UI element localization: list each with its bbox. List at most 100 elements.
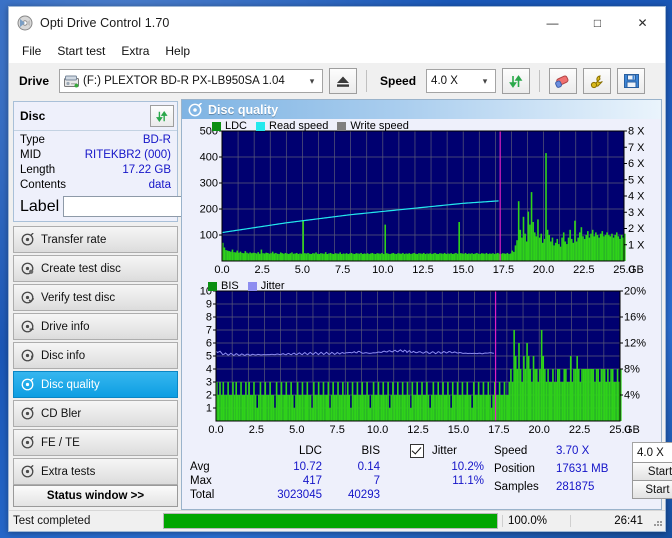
sidebar-item-fe-te[interactable]: FE / TE: [13, 429, 178, 456]
disc-length-value: 17.22 GB: [122, 164, 171, 176]
samples-label: Samples: [494, 481, 539, 493]
main-content: Disc Type BD-R MID RITEKBR2 (000) Length…: [9, 99, 672, 510]
svg-text:400: 400: [200, 152, 218, 164]
disc-label-row: Label: [20, 196, 268, 217]
svg-text:17.5: 17.5: [488, 424, 509, 436]
tools-button[interactable]: [583, 68, 612, 94]
window-controls: — □ ✕: [530, 7, 665, 39]
window-title: Opti Drive Control 1.70: [40, 16, 170, 30]
sidebar-item-disc-quality[interactable]: Disc quality: [13, 371, 178, 398]
svg-text:15.0: 15.0: [452, 264, 473, 276]
disc-icon: [21, 407, 34, 420]
eject-button[interactable]: [329, 68, 358, 94]
menu-help[interactable]: Help: [158, 42, 197, 60]
sidebar-item-label: Transfer rate: [41, 233, 107, 246]
panel-header: Disc quality: [182, 100, 661, 119]
status-text: Test completed: [13, 515, 91, 527]
refresh-icon: [156, 110, 168, 122]
drive-select[interactable]: (F:) PLEXTOR BD-R PX-LB950SA 1.04 ▾: [59, 69, 324, 93]
svg-text:16%: 16%: [624, 312, 646, 324]
drive-value: (F:) PLEXTOR BD-R PX-LB950SA 1.04: [83, 75, 285, 87]
test-speed-select[interactable]: 4.0 X ▾: [632, 442, 672, 463]
chevron-down-icon: ▾: [482, 75, 488, 86]
disc-row-mid: MID RITEKBR2 (000): [20, 148, 171, 163]
svg-text:2.5: 2.5: [255, 264, 270, 276]
svg-text:200: 200: [200, 204, 218, 216]
svg-text:6: 6: [206, 338, 212, 350]
svg-text:6 X: 6 X: [628, 158, 645, 170]
menu-extra[interactable]: Extra: [114, 42, 156, 60]
legend-swatch-jitter: [247, 281, 257, 291]
stats-panel: Avg Max Total LDC 10.72 417 3023045 BIS …: [182, 439, 672, 501]
svg-text:8: 8: [206, 312, 212, 324]
stats-bis-max: 7: [373, 475, 380, 487]
floppy-save-icon: [623, 74, 639, 88]
sidebar-item-drive-info[interactable]: Drive info: [13, 313, 178, 340]
legend-label-bis: BIS: [221, 280, 239, 292]
disc-type-value: BD-R: [142, 134, 171, 146]
disc-quality-panel: Disc quality LDC Read speed Write speed: [181, 99, 672, 510]
menu-bar: File Start test Extra Help: [9, 40, 665, 62]
app-window: Opti Drive Control 1.70 — □ ✕ File Start…: [8, 6, 672, 532]
start-full-button[interactable]: Start full: [632, 462, 672, 481]
svg-text:7.5: 7.5: [335, 264, 350, 276]
legend-label-jitter: Jitter: [260, 280, 285, 292]
svg-text:2.5: 2.5: [249, 424, 264, 436]
stats-jitter-avg: 10.2%: [451, 461, 484, 473]
svg-text:10.0: 10.0: [367, 424, 388, 436]
wrench-icon: [590, 74, 603, 88]
disc-icon: [21, 291, 34, 304]
stats-ldc-avg: 10.72: [293, 461, 322, 473]
disc-icon: [21, 349, 34, 362]
menu-start-test[interactable]: Start test: [50, 42, 112, 60]
speed-select[interactable]: 4.0 X ▾: [426, 69, 497, 93]
minimize-button[interactable]: —: [530, 7, 575, 39]
sidebar-item-label: Verify test disc: [41, 291, 116, 304]
speed-stat-label: Speed: [494, 445, 528, 457]
sidebar-item-label: Disc info: [41, 349, 86, 362]
status-window-button[interactable]: Status window >>: [13, 485, 178, 507]
start-part-button[interactable]: Start part: [632, 480, 672, 499]
refresh-button[interactable]: [502, 68, 531, 94]
svg-text:12.5: 12.5: [412, 264, 433, 276]
disc-icon: [21, 233, 34, 246]
jitter-checkbox[interactable]: [410, 444, 424, 459]
toolbar-separator-2: [539, 70, 541, 92]
menu-file[interactable]: File: [15, 42, 48, 60]
app-icon: [17, 15, 33, 31]
sidebar-item-transfer-rate[interactable]: Transfer rate: [13, 226, 178, 253]
disc-icon: [21, 465, 34, 478]
svg-text:15.0: 15.0: [448, 424, 469, 436]
svg-text:7: 7: [206, 325, 212, 337]
maximize-button[interactable]: □: [575, 7, 620, 39]
svg-text:GB: GB: [628, 264, 644, 276]
sidebar-item-label: FE / TE: [41, 436, 80, 449]
resize-grip[interactable]: [649, 514, 663, 528]
sidebar-item-extra-tests[interactable]: Extra tests: [13, 458, 178, 485]
disc-properties: Type BD-R MID RITEKBR2 (000) Length 17.2…: [14, 131, 268, 221]
svg-text:100: 100: [200, 230, 218, 242]
sidebar-item-verify-test-disc[interactable]: Verify test disc: [13, 284, 178, 311]
drive-label: Drive: [19, 74, 50, 88]
sidebar-item-create-test-disc[interactable]: Create test disc: [13, 255, 178, 282]
bis-chart-svg: 123456789104%8%12%16%20%0.0 2.5 5.0 7.5 10.0…: [200, 286, 646, 437]
sidebar-item-label: Disc quality: [41, 378, 100, 391]
svg-text:17.5: 17.5: [493, 264, 514, 276]
legend-swatch-bis: [208, 281, 217, 291]
erase-button[interactable]: [549, 68, 578, 94]
chevron-down-icon: ▾: [309, 75, 315, 86]
svg-text:8 X: 8 X: [628, 126, 645, 138]
svg-text:2: 2: [206, 390, 212, 402]
sidebar-item-cd-bler[interactable]: CD Bler: [13, 400, 178, 427]
disc-refresh-button[interactable]: [150, 105, 174, 127]
close-button[interactable]: ✕: [620, 7, 665, 39]
sidebar-item-disc-info[interactable]: Disc info: [13, 342, 178, 369]
speed-value: 4.0 X: [431, 75, 458, 87]
save-button[interactable]: [617, 68, 646, 94]
disc-contents-value: data: [148, 179, 171, 191]
ldc-chart: LDC Read speed Write speed 100 200 300 400 5…: [182, 119, 661, 279]
svg-text:4 X: 4 X: [628, 191, 645, 203]
sidebar: Disc Type BD-R MID RITEKBR2 (000) Length…: [9, 99, 268, 510]
legend-swatch-write-speed: [337, 121, 347, 131]
disc-mid-key: MID: [20, 149, 42, 161]
